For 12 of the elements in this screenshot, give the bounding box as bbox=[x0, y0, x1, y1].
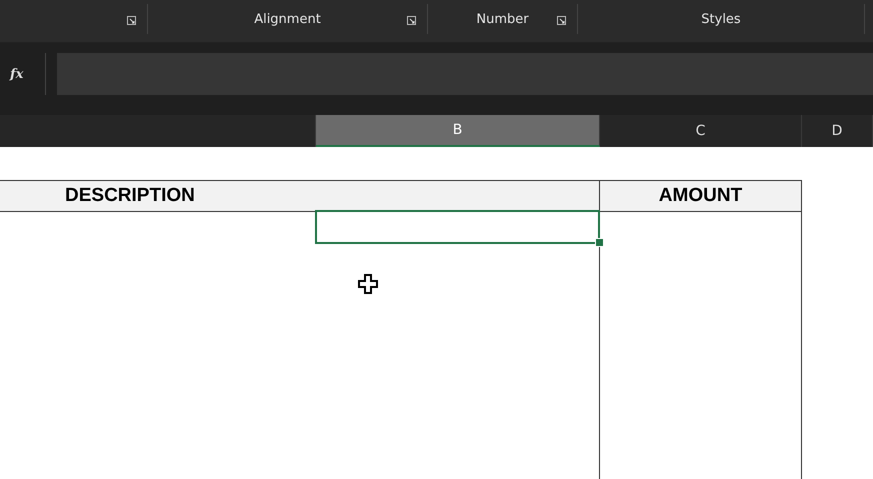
column-header[interactable]: D bbox=[802, 115, 873, 147]
column-header[interactable]: C bbox=[600, 115, 802, 147]
cursor-icon bbox=[358, 274, 378, 294]
group-label: Number bbox=[476, 12, 529, 26]
column-header[interactable]: B bbox=[316, 115, 600, 147]
table-header-cell: AMOUNT bbox=[600, 180, 802, 212]
dialog-launcher-icon[interactable] bbox=[127, 16, 136, 25]
dialog-launcher-icon[interactable] bbox=[557, 16, 566, 25]
table-header-cell: DESCRIPTION bbox=[0, 180, 600, 212]
group-label: Alignment bbox=[254, 12, 321, 26]
group-label: Styles bbox=[701, 12, 741, 26]
dialog-launcher-icon[interactable] bbox=[407, 16, 416, 25]
